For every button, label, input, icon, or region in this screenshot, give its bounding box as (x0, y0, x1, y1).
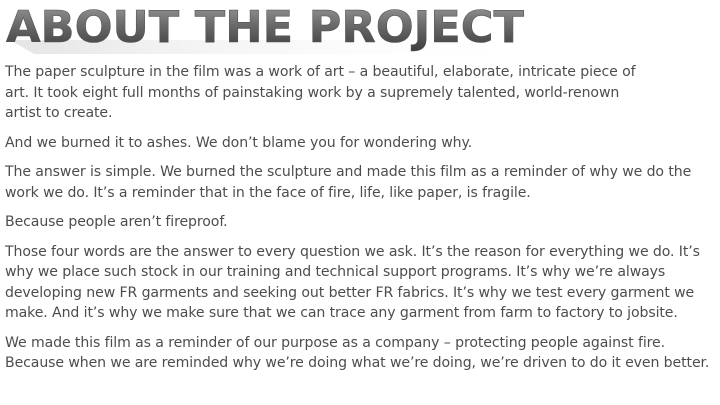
page-heading: ABOUT THE PROJECT (4, 4, 564, 56)
heading-graphic: ABOUT THE PROJECT (6, 4, 552, 54)
paragraph-burned: And we burned it to ashes. We don’t blam… (5, 134, 473, 151)
article-body: The paper sculpture in the film was a wo… (5, 62, 713, 383)
page-title: ABOUT THE PROJECT (6, 4, 524, 53)
paragraph-fireproof: Because people aren’t fireproof. (5, 214, 228, 230)
paragraph-intro: The paper sculpture in the film was a wo… (5, 64, 636, 121)
paragraph-four-words: Those four words are the answer to every… (5, 243, 700, 322)
paragraph-answer: The answer is simple. We burned the scul… (5, 164, 692, 201)
paragraph-purpose: We made this film as a reminder of our p… (5, 334, 710, 372)
